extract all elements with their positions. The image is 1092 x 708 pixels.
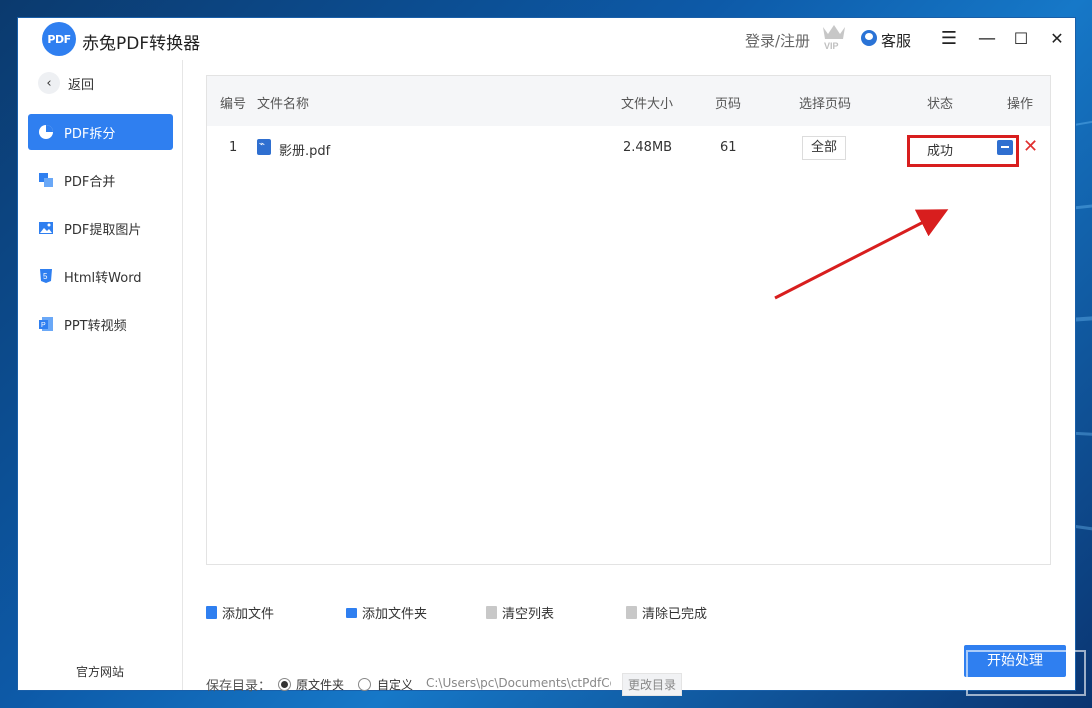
- back-button[interactable]: ‹ 返回: [38, 72, 94, 94]
- official-website-link[interactable]: 官方网站: [76, 663, 124, 680]
- add-file-button[interactable]: 添加文件: [206, 603, 274, 622]
- save-label: 保存目录：: [206, 679, 272, 694]
- custom-folder-label: 自定义: [377, 678, 414, 692]
- sidebar-item-ppt-to-video[interactable]: P PPT转视频: [28, 306, 173, 342]
- annotation-arrow: [774, 209, 949, 300]
- svg-text:5: 5: [43, 272, 48, 281]
- radio-original-folder[interactable]: [278, 678, 291, 691]
- login-link[interactable]: 登录/注册: [745, 30, 810, 51]
- folder-icon: [346, 607, 357, 618]
- pie-chart-icon: [39, 125, 53, 139]
- minimize-button[interactable]: —: [976, 28, 998, 50]
- merge-icon: [39, 173, 53, 187]
- add-file-icon: [206, 606, 217, 619]
- sidebar-item-label: PPT转视频: [64, 318, 127, 334]
- app-window: PDF 赤兔PDF转换器 登录/注册 VIP 客服 ☰ — ☐ ✕ ‹ 返回 P…: [18, 18, 1075, 696]
- customer-service-icon[interactable]: [861, 30, 877, 46]
- sidebar-item-pdf-merge[interactable]: PDF合并: [28, 162, 173, 198]
- image-icon: [39, 222, 53, 234]
- save-path: C:\Users\pc\Documents\ctPdfCo: [426, 676, 611, 690]
- clear-list-button[interactable]: 清空列表: [486, 603, 554, 622]
- chevron-left-icon: ‹: [38, 72, 60, 94]
- clear-done-label: 清除已完成: [642, 607, 708, 622]
- back-label: 返回: [68, 77, 95, 93]
- watermark-logo: [966, 650, 1086, 706]
- sidebar-item-label: PDF合并: [64, 174, 116, 190]
- clear-done-button[interactable]: 清除已完成: [626, 603, 707, 622]
- sidebar-item-html-to-word[interactable]: 5 Html转Word: [28, 258, 173, 294]
- original-folder-label: 原文件夹: [296, 678, 345, 692]
- sidebar: ‹ 返回 PDF拆分 PDF合并 PDF提取图片 5 Html转Word P P…: [18, 60, 183, 690]
- add-folder-label: 添加文件夹: [362, 607, 428, 622]
- sidebar-item-label: Html转Word: [64, 270, 142, 286]
- add-file-label: 添加文件: [222, 607, 275, 622]
- svg-text:P: P: [41, 322, 46, 329]
- vip-crown-icon[interactable]: VIP: [821, 23, 847, 51]
- maximize-button[interactable]: ☐: [1010, 28, 1032, 50]
- close-button[interactable]: ✕: [1046, 28, 1068, 50]
- broom-icon: [486, 606, 497, 619]
- main-panel: 编号 文件名称 文件大小 页码 选择页码 状态 操作 1 影册.pdf 2.48…: [183, 60, 1075, 696]
- sidebar-item-label: PDF提取图片: [64, 222, 142, 238]
- menu-button[interactable]: ☰: [938, 28, 960, 50]
- ppt-icon: P: [39, 317, 53, 331]
- clear-list-label: 清空列表: [502, 607, 555, 622]
- app-title: 赤兔PDF转换器: [82, 34, 201, 54]
- vip-label: VIP: [824, 41, 839, 51]
- radio-custom-folder[interactable]: [358, 678, 371, 691]
- sidebar-item-label: PDF拆分: [64, 126, 116, 142]
- html5-icon: 5: [40, 269, 52, 283]
- sidebar-item-pdf-extract-images[interactable]: PDF提取图片: [28, 210, 173, 246]
- sidebar-item-pdf-split[interactable]: PDF拆分: [28, 114, 173, 150]
- broom-icon: [626, 606, 637, 619]
- add-folder-button[interactable]: 添加文件夹: [346, 603, 427, 622]
- customer-service-link[interactable]: 客服: [881, 30, 911, 51]
- app-logo: PDF: [42, 22, 76, 56]
- titlebar: PDF 赤兔PDF转换器 登录/注册 VIP 客服 ☰ — ☐ ✕: [18, 18, 1075, 60]
- change-directory-button[interactable]: 更改目录: [622, 673, 683, 696]
